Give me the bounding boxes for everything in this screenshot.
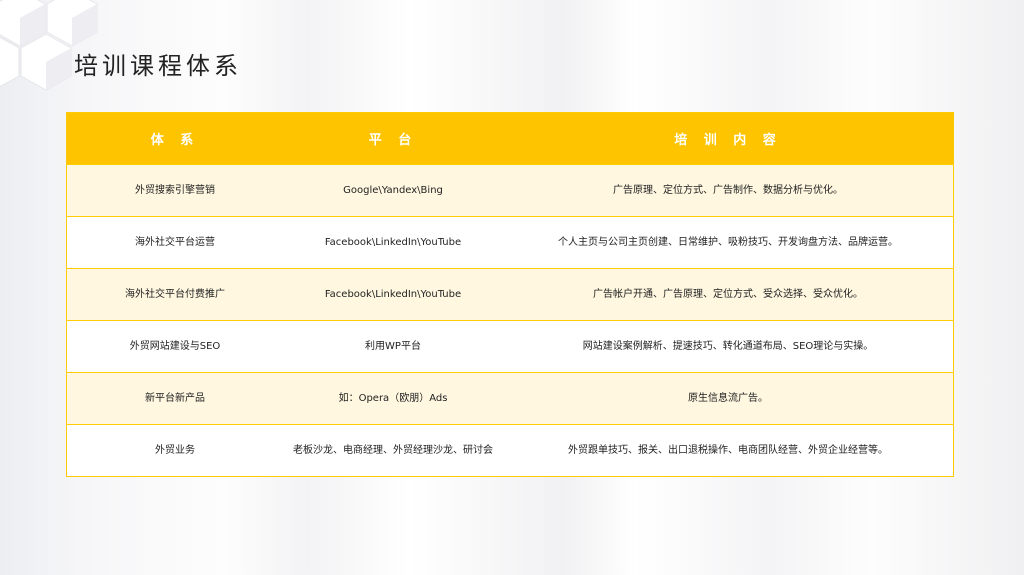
cell-platform: 老板沙龙、电商经理、外贸经理沙龙、研讨会	[283, 424, 503, 476]
table-header: 体 系 平 台 培 训 内 容	[67, 113, 953, 165]
cell-system: 海外社交平台付费推广	[67, 268, 283, 321]
cell-system: 海外社交平台运营	[67, 216, 283, 269]
cell-platform: 利用WP平台	[283, 320, 503, 373]
table-row: 海外社交平台运营 Facebook\LinkedIn\YouTube 个人主页与…	[67, 216, 953, 269]
cell-platform: Facebook\LinkedIn\YouTube	[283, 216, 503, 269]
course-table: 体 系 平 台 培 训 内 容 外贸搜索引擎营销 Google\Yandex\B…	[66, 112, 954, 477]
table-row: 新平台新产品 如：Opera（欧朋）Ads 原生信息流广告。	[67, 372, 953, 425]
cell-system: 新平台新产品	[67, 372, 283, 425]
cell-content: 广告原理、定位方式、广告制作、数据分析与优化。	[503, 164, 953, 217]
cell-platform: Facebook\LinkedIn\YouTube	[283, 268, 503, 321]
cell-content: 广告帐户开通、广告原理、定位方式、受众选择、受众优化。	[503, 268, 953, 321]
table-row: 海外社交平台付费推广 Facebook\LinkedIn\YouTube 广告帐…	[67, 268, 953, 321]
header-platform: 平 台	[283, 113, 503, 165]
header-content: 培 训 内 容	[503, 113, 953, 165]
cell-platform-text: 老板沙龙、电商经理、外贸经理沙龙、研讨会	[293, 445, 493, 456]
cell-system: 外贸业务	[67, 424, 283, 476]
cell-system: 外贸网站建设与SEO	[67, 320, 283, 373]
header-system: 体 系	[67, 113, 283, 165]
cell-content: 外贸跟单技巧、报关、出口退税操作、电商团队经营、外贸企业经营等。	[503, 424, 953, 476]
page-title: 培训课程体系	[74, 52, 242, 80]
cell-platform: 如：Opera（欧朋）Ads	[283, 372, 503, 425]
table-row: 外贸网站建设与SEO 利用WP平台 网站建设案例解析、提速技巧、转化通道布局、S…	[67, 320, 953, 373]
cell-platform: Google\Yandex\Bing	[283, 164, 503, 217]
cell-content: 原生信息流广告。	[503, 372, 953, 425]
table-row: 外贸业务 老板沙龙、电商经理、外贸经理沙龙、研讨会 外贸跟单技巧、报关、出口退税…	[67, 424, 953, 476]
cell-system: 外贸搜索引擎营销	[67, 164, 283, 217]
table-row: 外贸搜索引擎营销 Google\Yandex\Bing 广告原理、定位方式、广告…	[67, 164, 953, 217]
cell-content: 个人主页与公司主页创建、日常维护、吸粉技巧、开发询盘方法、品牌运营。	[503, 216, 953, 269]
cell-content: 网站建设案例解析、提速技巧、转化通道布局、SEO理论与实操。	[503, 320, 953, 373]
